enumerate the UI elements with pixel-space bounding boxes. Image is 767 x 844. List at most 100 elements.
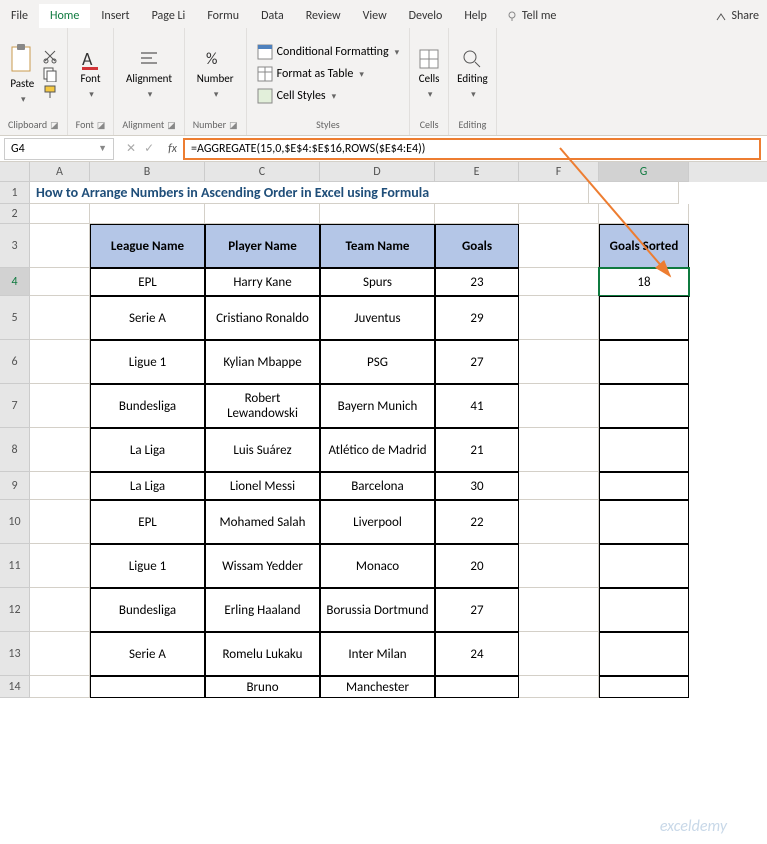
cell[interactable]: La Liga (90, 428, 205, 472)
font-button[interactable]: A Font (80, 48, 102, 100)
row-header[interactable]: 7 (0, 384, 30, 428)
col-header-G[interactable]: G (599, 162, 689, 182)
cancel-icon[interactable]: ✕ (126, 141, 136, 156)
cell[interactable]: 24 (435, 632, 519, 676)
row-header[interactable]: 3 (0, 224, 30, 268)
cell[interactable]: Kylian Mbappe (205, 340, 320, 384)
cell[interactable]: Ligue 1 (90, 544, 205, 588)
cell[interactable]: 23 (435, 268, 519, 296)
cell[interactable]: Juventus (320, 296, 435, 340)
cell[interactable]: Serie A (90, 296, 205, 340)
cell[interactable]: Ligue 1 (90, 340, 205, 384)
name-box[interactable]: G4 ▼ (4, 138, 114, 160)
cell[interactable]: Romelu Lukaku (205, 632, 320, 676)
row-header[interactable]: 14 (0, 676, 30, 698)
cell[interactable] (30, 472, 90, 500)
tab-review[interactable]: Review (295, 4, 352, 28)
table-header[interactable]: League Name (90, 224, 205, 268)
cell[interactable]: 27 (435, 588, 519, 632)
cell[interactable] (599, 340, 689, 384)
spreadsheet-grid[interactable]: A B C D E F G 1 How to Arrange Numbers i… (0, 162, 767, 698)
cell[interactable]: PSG (320, 340, 435, 384)
cell[interactable] (599, 588, 689, 632)
cell[interactable]: EPL (90, 268, 205, 296)
cell[interactable] (599, 676, 689, 698)
cell[interactable]: Cristiano Ronaldo (205, 296, 320, 340)
tab-home[interactable]: Home (39, 4, 90, 28)
cell[interactable]: Barcelona (320, 472, 435, 500)
cell[interactable] (519, 500, 599, 544)
cell[interactable]: 27 (435, 340, 519, 384)
cell[interactable] (519, 296, 599, 340)
cell[interactable]: 22 (435, 500, 519, 544)
cell[interactable] (90, 676, 205, 698)
cell[interactable]: Wissam Yedder (205, 544, 320, 588)
enter-icon[interactable]: ✓ (144, 141, 154, 156)
cell[interactable] (519, 428, 599, 472)
cell[interactable] (519, 384, 599, 428)
row-header[interactable]: 2 (0, 204, 30, 224)
cell[interactable] (589, 182, 679, 204)
row-header[interactable]: 12 (0, 588, 30, 632)
row-header[interactable]: 10 (0, 500, 30, 544)
cell[interactable] (435, 676, 519, 698)
format-as-table-button[interactable]: Format as Table (255, 65, 401, 83)
tab-develo[interactable]: Develo (398, 4, 454, 28)
cell[interactable] (599, 472, 689, 500)
sheet-title[interactable]: How to Arrange Numbers in Ascending Orde… (30, 182, 589, 204)
table-header[interactable]: Goals (435, 224, 519, 268)
cell[interactable]: Serie A (90, 632, 205, 676)
col-header-E[interactable]: E (435, 162, 519, 182)
cell[interactable]: Mohamed Salah (205, 500, 320, 544)
cell[interactable] (30, 676, 90, 698)
tab-formu[interactable]: Formu (196, 4, 250, 28)
cell[interactable] (30, 632, 90, 676)
cell[interactable] (599, 632, 689, 676)
number-button[interactable]: % Number (197, 48, 234, 100)
cell[interactable]: Harry Kane (205, 268, 320, 296)
cell[interactable]: Bruno (205, 676, 320, 698)
cell[interactable]: 30 (435, 472, 519, 500)
row-header[interactable]: 8 (0, 428, 30, 472)
cell[interactable]: Inter Milan (320, 632, 435, 676)
tab-file[interactable]: File (0, 4, 39, 28)
cell[interactable]: La Liga (90, 472, 205, 500)
row-header[interactable]: 1 (0, 182, 30, 204)
cell[interactable] (30, 500, 90, 544)
col-header-D[interactable]: D (320, 162, 435, 182)
table-header[interactable]: Player Name (205, 224, 320, 268)
tab-pageli[interactable]: Page Li (141, 4, 197, 28)
cells-button[interactable]: Cells (418, 48, 440, 100)
cell[interactable]: 20 (435, 544, 519, 588)
format-painter-icon[interactable] (42, 84, 58, 100)
row-header[interactable]: 13 (0, 632, 30, 676)
cell[interactable] (30, 268, 90, 296)
cell[interactable]: Lionel Messi (205, 472, 320, 500)
cell[interactable] (519, 588, 599, 632)
cell[interactable]: Bayern Munich (320, 384, 435, 428)
cell[interactable]: Manchester (320, 676, 435, 698)
cell[interactable] (599, 384, 689, 428)
cell-styles-button[interactable]: Cell Styles (255, 87, 401, 105)
col-header-B[interactable]: B (90, 162, 205, 182)
cell[interactable]: Erling Haaland (205, 588, 320, 632)
cell[interactable] (599, 296, 689, 340)
cell[interactable]: 21 (435, 428, 519, 472)
cell[interactable]: Liverpool (320, 500, 435, 544)
cell[interactable] (30, 428, 90, 472)
cut-icon[interactable] (42, 48, 58, 64)
cell[interactable] (519, 676, 599, 698)
cell[interactable]: Luis Suárez (205, 428, 320, 472)
cell[interactable]: Atlético de Madrid (320, 428, 435, 472)
select-all-corner[interactable] (0, 162, 30, 182)
paste-button[interactable]: Paste (8, 43, 36, 105)
cell[interactable] (30, 588, 90, 632)
cell[interactable]: Bundesliga (90, 588, 205, 632)
tab-view[interactable]: View (352, 4, 398, 28)
row-header[interactable]: 11 (0, 544, 30, 588)
row-header[interactable]: 4 (0, 268, 30, 296)
col-header-A[interactable]: A (30, 162, 90, 182)
tab-data[interactable]: Data (250, 4, 295, 28)
col-header-F[interactable]: F (519, 162, 599, 182)
cell[interactable]: 29 (435, 296, 519, 340)
